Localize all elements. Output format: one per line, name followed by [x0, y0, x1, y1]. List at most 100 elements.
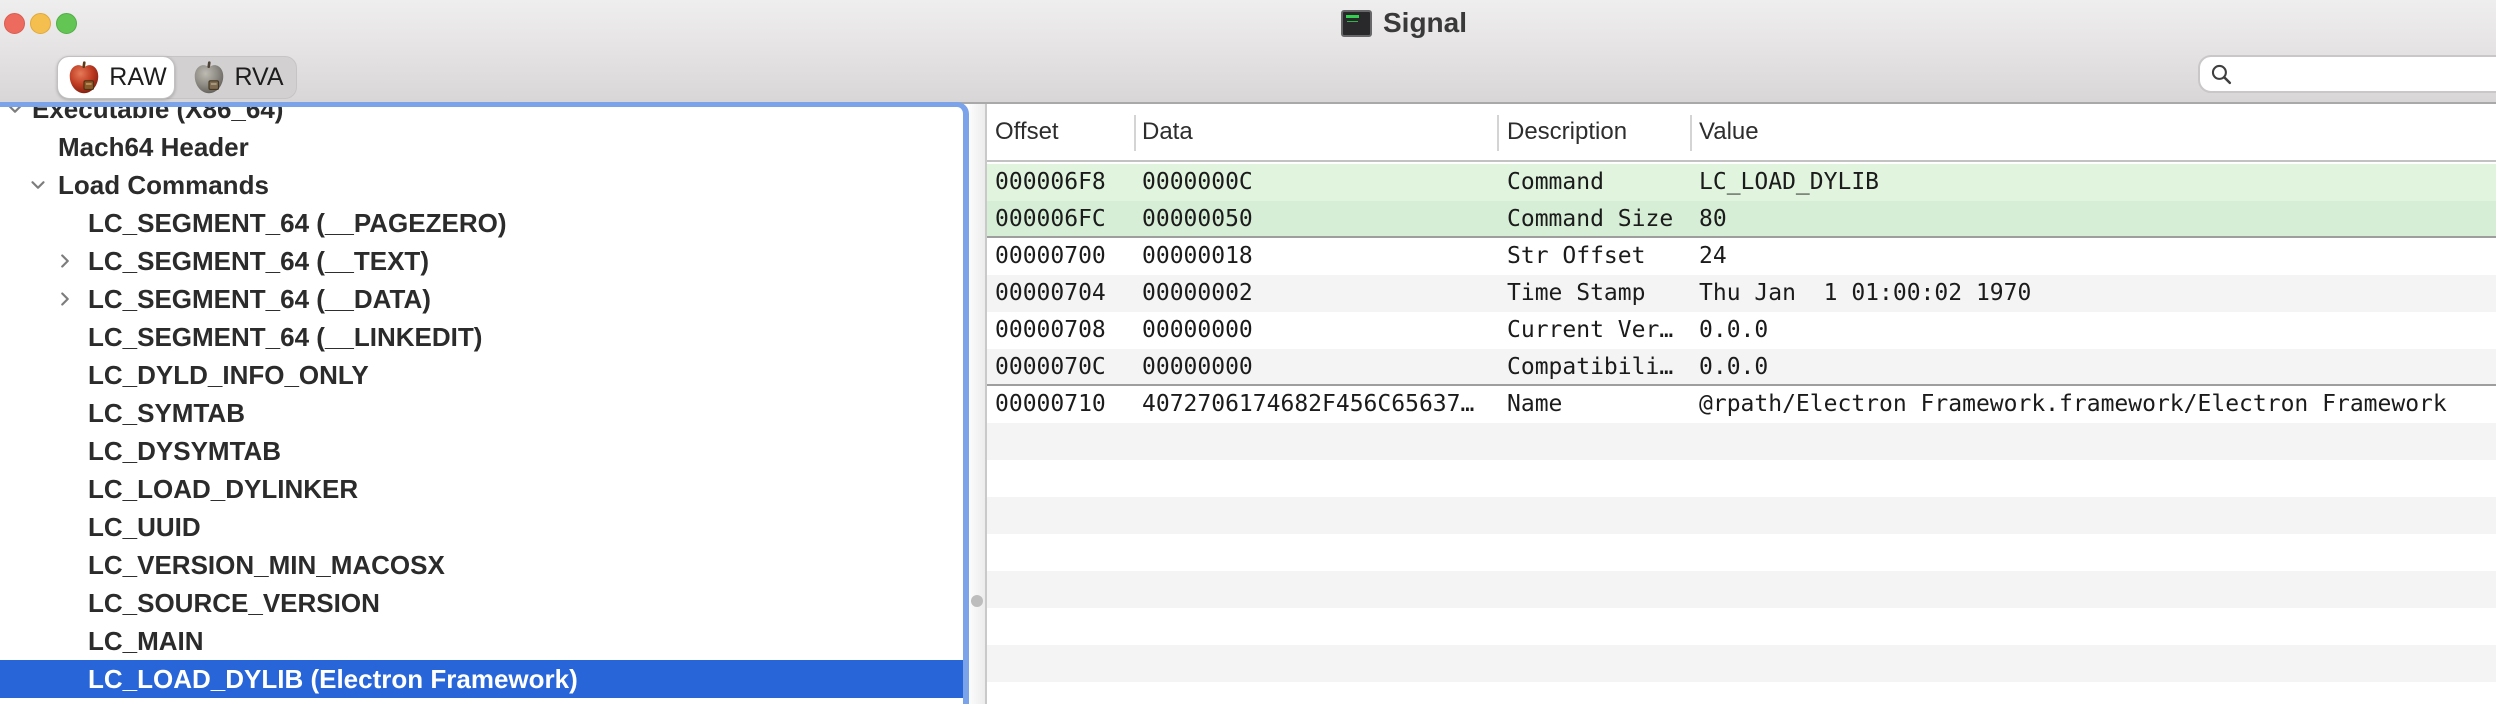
table-row[interactable]: 00000708 00000000 Current Ver… 0.0.0: [987, 312, 2496, 349]
detail-table: Offset Data Description Value 000006F8 0…: [985, 104, 2496, 704]
sidebar-item-label: Load Commands: [58, 166, 269, 204]
empty-row[interactable]: [987, 608, 2496, 645]
chevron-down-icon[interactable]: [27, 174, 49, 196]
cell-description: Command: [1507, 164, 1692, 200]
chevron-right-icon[interactable]: [54, 288, 76, 310]
cell-value: 24: [1699, 238, 1727, 274]
cell-data: 00000018: [1142, 238, 1253, 274]
search-field: [2198, 55, 2496, 93]
empty-row[interactable]: [987, 534, 2496, 571]
sidebar-item-label: LC_UUID: [88, 508, 201, 546]
raw-rva-segmented-control: RAW RVA: [57, 56, 297, 99]
column-header-value: Value: [1699, 104, 1759, 160]
sidebar-item-label: LC_VERSION_MIN_MACOSX: [88, 546, 445, 584]
empty-row[interactable]: [987, 423, 2496, 460]
sidebar-item-label: LC_SEGMENT_64 (__TEXT): [88, 242, 429, 280]
cell-data: 00000050: [1142, 201, 1253, 237]
column-divider[interactable]: [1690, 115, 1692, 151]
sidebar-item[interactable]: LC_LOAD_DYLINKER: [0, 470, 963, 508]
table-row[interactable]: 00000704 00000002 Time Stamp Thu Jan 1 0…: [987, 275, 2496, 312]
sidebar-item[interactable]: LC_LOAD_DYLIB (Electron Framework): [0, 660, 963, 698]
sidebar-item[interactable]: LC_DYLD_INFO_ONLY: [0, 356, 963, 394]
table-row[interactable]: 000006F8 0000000C Command LC_LOAD_DYLIB: [987, 164, 2496, 201]
sidebar-item-label: LC_SEGMENT_64 (__PAGEZERO): [88, 204, 507, 242]
chevron-right-icon[interactable]: [54, 250, 76, 272]
table-row[interactable]: 00000710 4072706174682F456C65637… Name @…: [987, 386, 2496, 423]
zoom-button[interactable]: [56, 13, 77, 34]
empty-row[interactable]: [987, 682, 2496, 704]
sidebar-item-label: LC_DYSYMTAB: [88, 432, 281, 470]
sidebar-item[interactable]: LC_SEGMENT_64 (__PAGEZERO): [0, 204, 963, 242]
sidebar-item[interactable]: LC_DYSYMTAB: [0, 432, 963, 470]
cell-description: Current Ver…: [1507, 312, 1692, 348]
cell-offset: 00000708: [995, 312, 1106, 348]
table-header: Offset Data Description Value: [987, 104, 2496, 162]
column-header-offset: Offset: [995, 104, 1059, 160]
cell-description: Time Stamp: [1507, 275, 1692, 311]
sidebar-item[interactable]: LC_SYMTAB: [0, 394, 963, 432]
sidebar-item[interactable]: Executable (X86_64): [0, 102, 963, 128]
sidebar-tree: Executable (X86_64)Mach64 Header Load Co…: [0, 102, 969, 704]
cell-description: Command Size: [1507, 201, 1692, 237]
segment-raw[interactable]: RAW: [57, 56, 175, 99]
column-divider[interactable]: [1497, 115, 1499, 151]
table-row[interactable]: 000006FC 00000050 Command Size 80: [987, 201, 2496, 238]
cell-value: @rpath/Electron Framework.framework/Elec…: [1699, 386, 2447, 422]
column-header-data: Data: [1142, 104, 1193, 160]
table-row[interactable]: 0000070C 00000000 Compatibili… 0.0.0: [987, 349, 2496, 386]
sidebar-item-label: Executable (X86_64): [32, 102, 283, 128]
machoview-apple-gray-icon: [190, 59, 228, 97]
sidebar-item[interactable]: LC_SEGMENT_64 (__DATA): [0, 280, 963, 318]
title-group: Signal: [1341, 6, 1467, 40]
cell-offset: 000006FC: [995, 201, 1106, 237]
segment-raw-label: RAW: [109, 63, 166, 92]
cell-description: Str Offset: [1507, 238, 1692, 274]
cell-description: Compatibili…: [1507, 349, 1692, 385]
sidebar-item[interactable]: LC_SOURCE_VERSION: [0, 584, 963, 622]
sidebar-item-label: LC_SYMTAB: [88, 394, 245, 432]
chevron-down-icon[interactable]: [4, 102, 26, 120]
cell-data: 4072706174682F456C65637…: [1142, 386, 1474, 422]
sidebar-item[interactable]: Load Commands: [0, 166, 963, 204]
cell-data: 00000000: [1142, 349, 1253, 385]
sidebar-item[interactable]: LC_VERSION_MIN_MACOSX: [0, 546, 963, 584]
sidebar-item[interactable]: LC_UUID: [0, 508, 963, 546]
sidebar-item[interactable]: LC_MAIN: [0, 622, 963, 660]
empty-row[interactable]: [987, 497, 2496, 534]
cell-offset: 00000700: [995, 238, 1106, 274]
sidebar-item-label: LC_SEGMENT_64 (__LINKEDIT): [88, 318, 482, 356]
sidebar-item[interactable]: LC_SEGMENT_64 (__TEXT): [0, 242, 963, 280]
splitter-handle-icon[interactable]: [971, 595, 983, 607]
sidebar-item-label: LC_SEGMENT_64 (__DATA): [88, 280, 431, 318]
sidebar-item[interactable]: LC_SEGMENT_64 (__LINKEDIT): [0, 318, 963, 356]
empty-row[interactable]: [987, 571, 2496, 608]
cell-offset: 0000070C: [995, 349, 1106, 385]
cell-offset: 00000710: [995, 386, 1106, 422]
sidebar-item-label: LC_DYLD_INFO_ONLY: [88, 356, 369, 394]
cell-value: 80: [1699, 201, 1727, 237]
hex-document-icon: [1341, 10, 1372, 37]
cell-value: 0.0.0: [1699, 312, 1768, 348]
cell-offset: 00000704: [995, 275, 1106, 311]
pane-splitter[interactable]: [969, 104, 985, 704]
sidebar-item[interactable]: Mach64 Header: [0, 128, 963, 166]
column-header-description: Description: [1507, 104, 1627, 160]
table-row[interactable]: 00000700 00000018 Str Offset 24: [987, 238, 2496, 275]
cell-data: 0000000C: [1142, 164, 1253, 200]
sidebar-rows: Executable (X86_64)Mach64 Header Load Co…: [0, 107, 963, 704]
cell-data: 00000002: [1142, 275, 1253, 311]
minimize-button[interactable]: [30, 13, 51, 34]
empty-row[interactable]: [987, 645, 2496, 682]
search-input[interactable]: [2198, 55, 2496, 93]
segment-rva[interactable]: RVA: [175, 56, 299, 99]
empty-row[interactable]: [987, 460, 2496, 497]
segment-rva-label: RVA: [234, 63, 283, 92]
sidebar-item-label: LC_MAIN: [88, 622, 204, 660]
cell-value: LC_LOAD_DYLIB: [1699, 164, 1879, 200]
cell-offset: 000006F8: [995, 164, 1106, 200]
cell-value: 0.0.0: [1699, 349, 1768, 385]
column-divider[interactable]: [1134, 115, 1136, 151]
close-button[interactable]: [4, 13, 25, 34]
window-chrome: Signal RAW: [0, 0, 2496, 104]
sidebar-item-label: LC_SOURCE_VERSION: [88, 584, 380, 622]
